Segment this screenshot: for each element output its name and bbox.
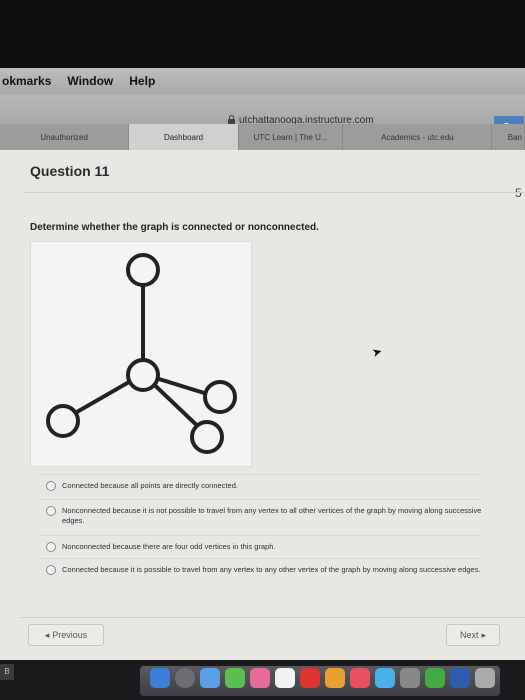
radio-button[interactable] — [46, 506, 56, 516]
photos-icon[interactable] — [250, 668, 270, 688]
divider — [24, 192, 525, 193]
menu-bar: okmarks Window Help — [0, 68, 525, 94]
graph-vertex — [190, 420, 224, 454]
graph-vertex — [46, 404, 80, 438]
word-icon[interactable] — [450, 668, 470, 688]
app-icon[interactable] — [425, 668, 445, 688]
question-points: 5 — [515, 186, 522, 200]
menu-item-bookmarks[interactable]: okmarks — [2, 74, 51, 88]
radio-button[interactable] — [46, 542, 56, 552]
safari-icon[interactable] — [200, 668, 220, 688]
books-icon[interactable] — [325, 668, 345, 688]
messages-icon[interactable] — [225, 668, 245, 688]
divider — [40, 474, 480, 475]
answer-option-2[interactable]: Nonconnected because it is not possible … — [46, 506, 486, 526]
tab-ban[interactable]: Ban — [492, 124, 525, 150]
divider — [40, 499, 480, 500]
tab-dashboard[interactable]: Dashboard — [129, 124, 239, 150]
radio-button[interactable] — [46, 565, 56, 575]
chevron-right-icon[interactable]: › — [0, 158, 1, 181]
dark-background — [0, 0, 525, 70]
chevron-left-icon: ◂ — [44, 629, 50, 640]
answer-option-4[interactable]: Connected because it is possible to trav… — [46, 565, 486, 575]
next-button[interactable]: Next ▸ — [446, 624, 500, 646]
answer-option-3[interactable]: Nonconnected because there are four odd … — [46, 542, 486, 552]
previous-button[interactable]: ◂ Previous — [28, 624, 104, 646]
question-prompt: Determine whether the graph is connected… — [30, 222, 319, 233]
stop-icon[interactable] — [300, 668, 320, 688]
finder-icon[interactable] — [150, 668, 170, 688]
graph-vertex — [126, 253, 160, 287]
divider — [40, 535, 480, 536]
appstore-icon[interactable] — [375, 668, 395, 688]
chevron-right-icon: ▸ — [481, 629, 487, 640]
question-title: Question 11 — [30, 163, 110, 179]
graph-diagram — [46, 253, 237, 454]
launchpad-icon[interactable] — [175, 668, 195, 688]
divider — [40, 558, 480, 559]
graph-vertex — [126, 358, 160, 392]
menu-item-help[interactable]: Help — [129, 74, 155, 88]
graph-vertex — [203, 380, 237, 414]
answer-option-1[interactable]: Connected because all points are directl… — [46, 481, 486, 491]
graph-image — [30, 241, 252, 467]
tab-academics[interactable]: Academics - utc.edu — [343, 124, 493, 150]
divider — [20, 617, 525, 618]
radio-button[interactable] — [46, 481, 56, 491]
tab-utc-learn[interactable]: UTC Learn | The U... — [239, 124, 344, 150]
calendar-icon[interactable] — [275, 668, 295, 688]
trash-icon[interactable] — [475, 668, 495, 688]
menu-item-window[interactable]: Window — [67, 74, 113, 88]
music-icon[interactable] — [350, 668, 370, 688]
dock-badge: B — [0, 664, 14, 680]
tab-bar: Unauthorized Dashboard UTC Learn | The U… — [0, 124, 525, 150]
settings-icon[interactable] — [400, 668, 420, 688]
tab-unauthorized[interactable]: Unauthorized — [0, 124, 130, 150]
